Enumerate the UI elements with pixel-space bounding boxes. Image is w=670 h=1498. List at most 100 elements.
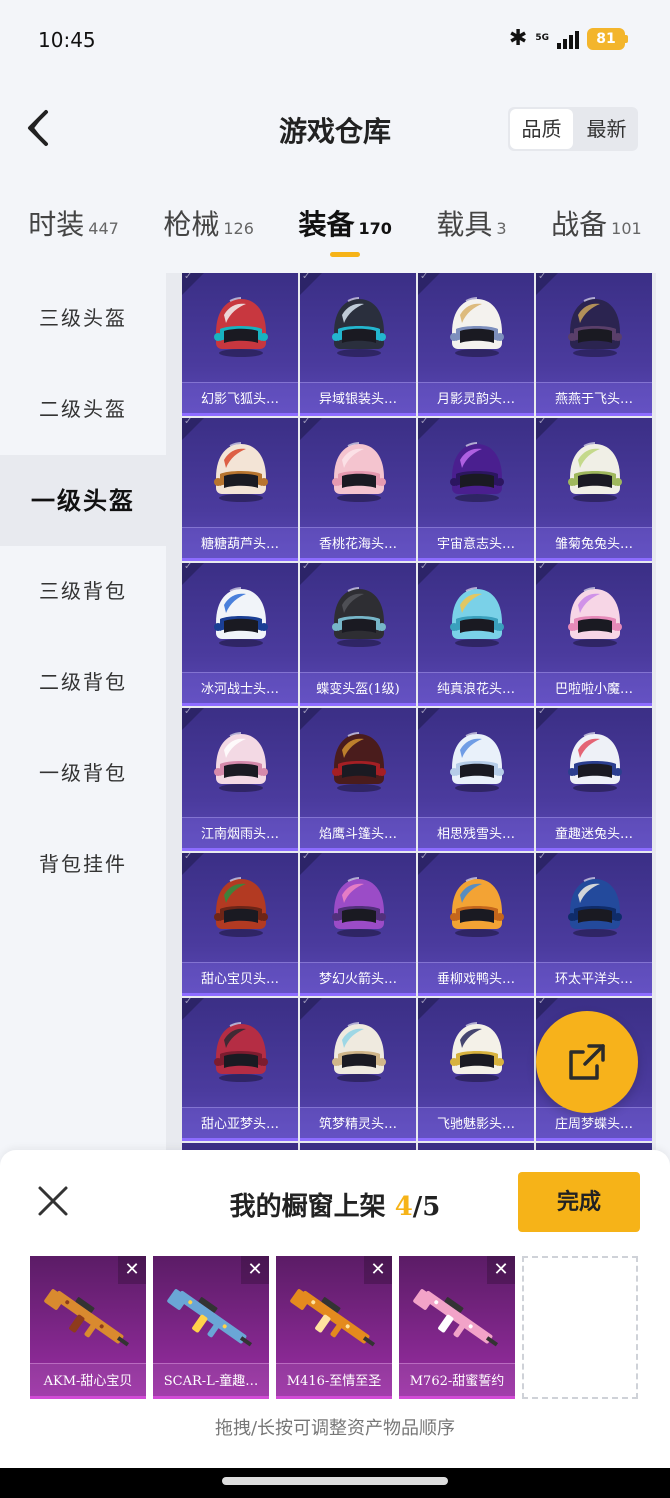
rarity-bar bbox=[418, 703, 534, 706]
remove-icon[interactable]: ✕ bbox=[118, 1256, 146, 1284]
item-name: 雏菊兔兔头… bbox=[536, 527, 652, 561]
item-name: 相思残雪头… bbox=[418, 817, 534, 851]
tab-2[interactable]: 装备 170 bbox=[298, 195, 392, 265]
item-name: 月影灵韵头… bbox=[418, 382, 534, 416]
item-name: 异域银装头… bbox=[300, 382, 416, 416]
showcase-slot[interactable]: ✕ SCAR-L-童趣… bbox=[153, 1256, 269, 1399]
sidebar-item[interactable]: 三级背包 bbox=[0, 546, 166, 637]
helmet-icon bbox=[332, 1022, 386, 1082]
helmet-icon bbox=[568, 297, 622, 357]
battery-icon: 81 bbox=[587, 27, 628, 50]
item-card[interactable]: 相思残雪头… bbox=[418, 708, 534, 851]
item-name: 宇宙意志头… bbox=[418, 527, 534, 561]
item-name: 纯真浪花头… bbox=[418, 672, 534, 706]
tab-label: 战备 bbox=[551, 208, 608, 241]
sidebar-item[interactable]: 三级头盔 bbox=[0, 273, 166, 364]
check-icon bbox=[182, 998, 204, 1020]
sidebar-item[interactable]: 一级背包 bbox=[0, 728, 166, 819]
item-name: 巴啦啦小魔… bbox=[536, 672, 652, 706]
tab-4[interactable]: 战备 101 bbox=[551, 195, 642, 265]
item-card[interactable]: 幻影飞狐头… bbox=[182, 273, 298, 416]
showcase-title-text: 我的橱窗上架 bbox=[229, 1192, 386, 1222]
check-icon bbox=[300, 563, 322, 585]
item-card[interactable]: 童趣迷兔头… bbox=[536, 708, 652, 851]
item-card[interactable]: 蝶变头盔(1级) bbox=[300, 563, 416, 706]
item-name: 筑梦精灵头… bbox=[300, 1107, 416, 1141]
showcase-slot[interactable]: ✕ M416-至情至圣 bbox=[276, 1256, 392, 1399]
item-card[interactable]: 江南烟雨头… bbox=[182, 708, 298, 851]
subcategory-sidebar: 三级头盔 二级头盔 一级头盔 三级背包 二级背包 一级背包 背包挂件 bbox=[0, 273, 166, 1153]
status-time: 10:45 bbox=[38, 28, 96, 52]
remove-icon[interactable]: ✕ bbox=[241, 1256, 269, 1284]
helmet-icon bbox=[214, 1022, 268, 1082]
check-icon bbox=[182, 853, 204, 875]
helmet-icon bbox=[450, 587, 504, 647]
rarity-bar bbox=[536, 703, 652, 706]
showcase-slot[interactable]: ✕ M762-甜蜜誓约 bbox=[399, 1256, 515, 1399]
remove-icon[interactable]: ✕ bbox=[487, 1256, 515, 1284]
rarity-bar bbox=[536, 848, 652, 851]
item-card[interactable]: 筑梦精灵头… bbox=[300, 998, 416, 1141]
sort-latest-button[interactable]: 最新 bbox=[575, 107, 638, 151]
tab-3[interactable]: 载具 3 bbox=[436, 195, 506, 265]
tab-0[interactable]: 时装 447 bbox=[28, 195, 119, 265]
helmet-icon bbox=[568, 732, 622, 792]
item-card[interactable]: 冰河战士头… bbox=[182, 563, 298, 706]
item-card[interactable]: 燕燕于飞头… bbox=[536, 273, 652, 416]
item-card[interactable]: 纯真浪花头… bbox=[418, 563, 534, 706]
category-tabs: 时装 447 枪械 126 装备 170 载具 3 战备 101 bbox=[0, 195, 670, 265]
gun-icon bbox=[167, 1289, 253, 1347]
helmet-icon bbox=[450, 442, 504, 502]
item-card[interactable]: 飞驰魅影头… bbox=[418, 998, 534, 1141]
app-header: 游戏仓库 品质 最新 bbox=[0, 88, 670, 168]
item-card[interactable]: 月影灵韵头… bbox=[418, 273, 534, 416]
item-card[interactable]: 焰鹰斗篷头… bbox=[300, 708, 416, 851]
item-card[interactable]: 梦幻火箭头… bbox=[300, 853, 416, 996]
tab-underline bbox=[330, 252, 361, 257]
rarity-bar bbox=[182, 993, 298, 996]
item-card[interactable]: 糖糖葫芦头… bbox=[182, 418, 298, 561]
empty-showcase-slot[interactable] bbox=[522, 1256, 638, 1399]
item-card[interactable]: 巴啦啦小魔… bbox=[536, 563, 652, 706]
done-button[interactable]: 完成 bbox=[518, 1172, 640, 1232]
sidebar-item[interactable]: 二级头盔 bbox=[0, 364, 166, 455]
remove-icon[interactable]: ✕ bbox=[364, 1256, 392, 1284]
item-card[interactable]: 宇宙意志头… bbox=[418, 418, 534, 561]
slot-name: M416-至情至圣 bbox=[276, 1363, 392, 1399]
item-card[interactable]: 甜心宝贝头… bbox=[182, 853, 298, 996]
item-name: 蝶变头盔(1级) bbox=[300, 672, 416, 706]
share-button[interactable] bbox=[536, 1011, 638, 1113]
item-card[interactable]: 垂柳戏鸭头… bbox=[418, 853, 534, 996]
tab-count: 447 bbox=[88, 219, 119, 238]
slot-name: SCAR-L-童趣… bbox=[153, 1363, 269, 1399]
helmet-icon bbox=[214, 877, 268, 937]
showcase-count-total: /5 bbox=[412, 1192, 441, 1222]
item-card[interactable]: 异域银装头… bbox=[300, 273, 416, 416]
rarity-bar bbox=[300, 703, 416, 706]
rarity-bar bbox=[153, 1396, 269, 1399]
gun-icon bbox=[44, 1289, 130, 1347]
check-icon bbox=[536, 998, 558, 1020]
rarity-bar bbox=[536, 558, 652, 561]
sidebar-item[interactable]: 二级背包 bbox=[0, 637, 166, 728]
item-card[interactable]: 环太平洋头… bbox=[536, 853, 652, 996]
helmet-icon bbox=[450, 732, 504, 792]
sidebar-item[interactable]: 一级头盔 bbox=[0, 455, 166, 546]
tab-1[interactable]: 枪械 126 bbox=[163, 195, 254, 265]
rarity-bar bbox=[418, 993, 534, 996]
sort-quality-button[interactable]: 品质 bbox=[510, 109, 573, 149]
helmet-icon bbox=[214, 297, 268, 357]
helmet-icon bbox=[214, 732, 268, 792]
item-card[interactable]: 香桃花海头… bbox=[300, 418, 416, 561]
item-name: 垂柳戏鸭头… bbox=[418, 962, 534, 996]
check-icon bbox=[182, 563, 204, 585]
helmet-icon bbox=[450, 877, 504, 937]
tab-count: 126 bbox=[223, 219, 254, 238]
item-card[interactable]: 雏菊兔兔头… bbox=[536, 418, 652, 561]
rarity-bar bbox=[182, 1138, 298, 1141]
sidebar-item[interactable]: 背包挂件 bbox=[0, 819, 166, 910]
signal-icon bbox=[557, 29, 579, 49]
item-card[interactable]: 甜心亚梦头… bbox=[182, 998, 298, 1141]
showcase-slot[interactable]: ✕ AKM-甜心宝贝 bbox=[30, 1256, 146, 1399]
home-indicator[interactable] bbox=[222, 1477, 448, 1485]
